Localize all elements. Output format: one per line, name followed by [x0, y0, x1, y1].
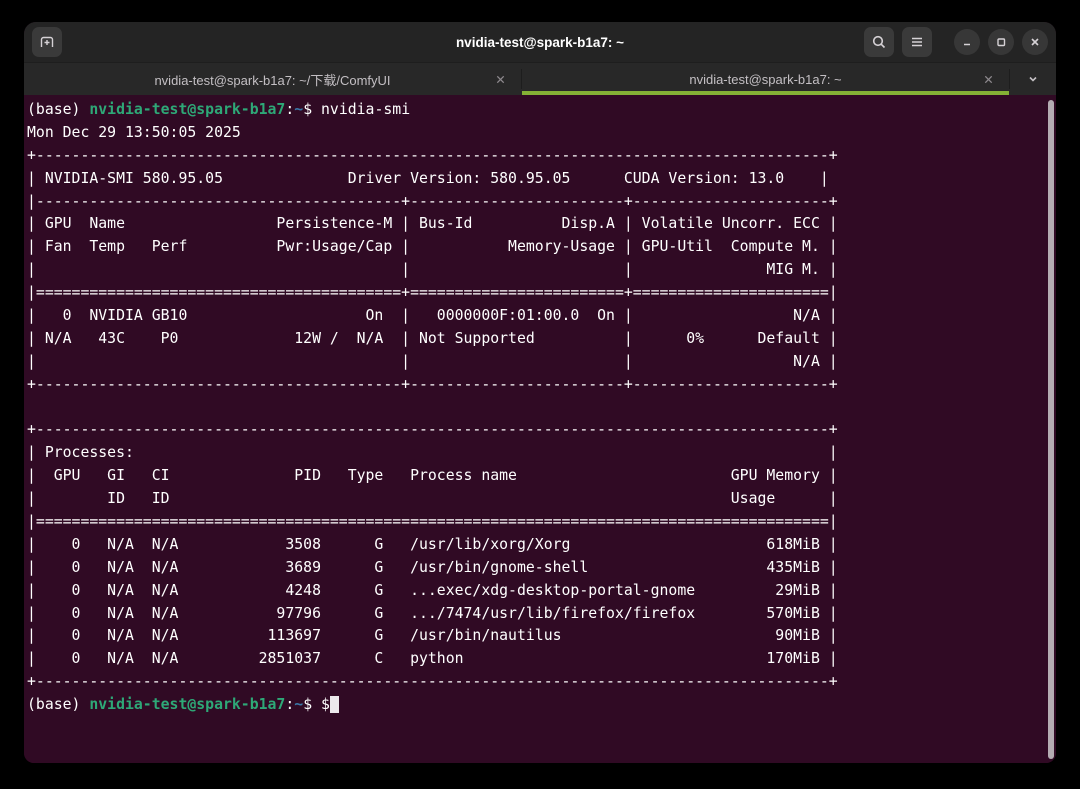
scrollbar[interactable]	[1048, 100, 1054, 759]
terminal-text: +---------------------------------------…	[27, 376, 838, 393]
terminal-text: | 0 N/A N/A 2851037 C python 170MiB |	[27, 650, 838, 667]
terminal-line: (base) nvidia-test@spark-b1a7:~$ nvidia-…	[27, 99, 1056, 122]
tab-label: nvidia-test@spark-b1a7: ~	[689, 72, 841, 87]
terminal-line: |=======================================…	[27, 282, 1056, 305]
terminal-text: | 0 N/A N/A 113697 G /usr/bin/nautilus 9…	[27, 627, 838, 644]
terminal-line: +---------------------------------------…	[27, 419, 1056, 442]
terminal-line: | 0 N/A N/A 3508 G /usr/lib/xorg/Xorg 61…	[27, 534, 1056, 557]
terminal-line: +---------------------------------------…	[27, 671, 1056, 694]
terminal-text: | GPU Name Persistence-M | Bus-Id Disp.A…	[27, 215, 838, 232]
menu-button[interactable]	[902, 27, 932, 57]
terminal-line	[27, 397, 1056, 420]
terminal-text: $ $	[303, 696, 330, 713]
terminal-line: | NVIDIA-SMI 580.95.05 Driver Version: 5…	[27, 168, 1056, 191]
minimize-button[interactable]	[954, 29, 980, 55]
terminal-text: | 0 N/A N/A 3508 G /usr/lib/xorg/Xorg 61…	[27, 536, 838, 553]
minimize-icon	[961, 36, 973, 48]
terminal-line: | 0 N/A N/A 4248 G ...exec/xdg-desktop-p…	[27, 580, 1056, 603]
terminal-line: +---------------------------------------…	[27, 145, 1056, 168]
terminal-text: +---------------------------------------…	[27, 421, 838, 438]
terminal-text: ~	[294, 696, 303, 713]
terminal-text: :	[285, 696, 294, 713]
terminal-line: | Fan Temp Perf Pwr:Usage/Cap | Memory-U…	[27, 236, 1056, 259]
terminal-line: |---------------------------------------…	[27, 191, 1056, 214]
search-icon	[871, 34, 887, 50]
terminal-text: (base)	[27, 696, 89, 713]
terminal-text: | Processes: |	[27, 444, 838, 461]
terminal-text: | NVIDIA-SMI 580.95.05 Driver Version: 5…	[27, 170, 829, 187]
terminal-text: | 0 N/A N/A 97796 G .../7474/usr/lib/fir…	[27, 605, 838, 622]
tab-comfyui[interactable]: nvidia-test@spark-b1a7: ~/下载/ComfyUI	[24, 63, 521, 95]
terminal-text: (base)	[27, 101, 89, 118]
terminal-text: |---------------------------------------…	[27, 193, 838, 210]
terminal-text: :	[285, 101, 294, 118]
close-icon	[983, 74, 994, 85]
search-button[interactable]	[864, 27, 894, 57]
hamburger-menu-icon	[909, 34, 925, 50]
terminal-text: | | | N/A |	[27, 353, 838, 370]
terminal-text: +---------------------------------------…	[27, 673, 838, 690]
terminal-text: |=======================================…	[27, 284, 838, 301]
new-tab-icon	[39, 34, 55, 50]
terminal-text: nvidia-test@spark-b1a7	[89, 696, 285, 713]
terminal-text: | GPU GI CI PID Type Process name GPU Me…	[27, 467, 838, 484]
terminal-text: |=======================================…	[27, 513, 838, 530]
terminal-line: |=======================================…	[27, 511, 1056, 534]
close-icon	[495, 74, 506, 85]
terminal-text: | | | MIG M. |	[27, 261, 838, 278]
terminal-area: (base) nvidia-test@spark-b1a7:~$ nvidia-…	[24, 95, 1056, 763]
terminal-line: +---------------------------------------…	[27, 374, 1056, 397]
terminal-line: | 0 N/A N/A 2851037 C python 170MiB |	[27, 648, 1056, 671]
terminal-line: | | | N/A |	[27, 351, 1056, 374]
terminal-line: | | | MIG M. |	[27, 259, 1056, 282]
terminal-line: | GPU GI CI PID Type Process name GPU Me…	[27, 465, 1056, 488]
maximize-button[interactable]	[988, 29, 1014, 55]
terminal-text: $ nvidia-smi	[303, 101, 410, 118]
close-icon	[1029, 36, 1041, 48]
tab-close-button[interactable]	[979, 70, 997, 88]
terminal-line: | 0 N/A N/A 3689 G /usr/bin/gnome-shell …	[27, 557, 1056, 580]
new-tab-button[interactable]	[32, 27, 62, 57]
terminal-line: (base) nvidia-test@spark-b1a7:~$ $	[27, 694, 1056, 717]
terminal-screen[interactable]: (base) nvidia-test@spark-b1a7:~$ nvidia-…	[24, 95, 1056, 717]
terminal-cursor	[330, 696, 339, 713]
terminal-line: | N/A 43C P0 12W / N/A | Not Supported |…	[27, 328, 1056, 351]
tab-bar: nvidia-test@spark-b1a7: ~/下载/ComfyUI nvi…	[24, 62, 1056, 95]
tab-home[interactable]: nvidia-test@spark-b1a7: ~	[522, 63, 1009, 95]
terminal-window: nvidia-test@spark-b1a7: ~	[24, 22, 1056, 763]
terminal-line: Mon Dec 29 13:50:05 2025	[27, 122, 1056, 145]
terminal-line: | Processes: |	[27, 442, 1056, 465]
terminal-text: | Fan Temp Perf Pwr:Usage/Cap | Memory-U…	[27, 238, 838, 255]
terminal-text: Mon Dec 29 13:50:05 2025	[27, 124, 241, 141]
terminal-line: | ID ID Usage |	[27, 488, 1056, 511]
terminal-line: | GPU Name Persistence-M | Bus-Id Disp.A…	[27, 213, 1056, 236]
terminal-text: | 0 N/A N/A 3689 G /usr/bin/gnome-shell …	[27, 559, 838, 576]
terminal-text: +---------------------------------------…	[27, 147, 838, 164]
terminal-line: | 0 NVIDIA GB10 On | 0000000F:01:00.0 On…	[27, 305, 1056, 328]
headerbar-controls	[864, 27, 1048, 57]
tab-close-button[interactable]	[491, 70, 509, 88]
chevron-down-icon	[1026, 72, 1040, 86]
terminal-line: | 0 N/A N/A 97796 G .../7474/usr/lib/fir…	[27, 603, 1056, 626]
terminal-text: | 0 NVIDIA GB10 On | 0000000F:01:00.0 On…	[27, 307, 838, 324]
terminal-text: | 0 N/A N/A 4248 G ...exec/xdg-desktop-p…	[27, 582, 838, 599]
terminal-text: ~	[294, 101, 303, 118]
tab-list-button[interactable]	[1010, 63, 1056, 95]
tab-label: nvidia-test@spark-b1a7: ~/下载/ComfyUI	[154, 70, 390, 89]
terminal-text: | N/A 43C P0 12W / N/A | Not Supported |…	[27, 330, 838, 347]
terminal-text: nvidia-test@spark-b1a7	[89, 101, 285, 118]
maximize-icon	[995, 36, 1007, 48]
terminal-text: | ID ID Usage |	[27, 490, 838, 507]
close-button[interactable]	[1022, 29, 1048, 55]
terminal-line: | 0 N/A N/A 113697 G /usr/bin/nautilus 9…	[27, 625, 1056, 648]
headerbar: nvidia-test@spark-b1a7: ~	[24, 22, 1056, 62]
